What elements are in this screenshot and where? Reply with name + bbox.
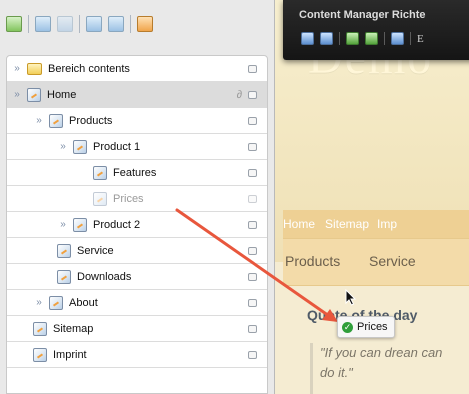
page-icon	[57, 269, 71, 284]
page-icon	[73, 217, 87, 232]
panels-icon[interactable]	[108, 15, 124, 32]
page-icon	[93, 191, 107, 206]
mouse-cursor-icon	[345, 289, 357, 306]
tree-row-prices[interactable]: Prices	[7, 186, 267, 212]
tree-row-features[interactable]: Features	[7, 160, 267, 186]
chevron-right-icon[interactable]: »	[57, 219, 69, 231]
tree-item-label: Downloads	[77, 270, 132, 283]
nav-link-sitemap[interactable]: Sitemap	[325, 217, 369, 231]
toolbar-separator	[79, 14, 80, 33]
page-icon	[57, 243, 71, 258]
toolbar-separator	[410, 32, 411, 45]
page-tree: » Bereich contents » Home ∂ » Products »…	[6, 55, 268, 394]
tree-item-label: Product 2	[93, 218, 141, 231]
toolbar-separator	[28, 14, 29, 33]
checkmark-icon: ✓	[342, 321, 353, 333]
tree-row-service[interactable]: Service	[7, 238, 267, 264]
tree-item-label: Sitemap	[53, 322, 94, 335]
export-icon[interactable]	[137, 15, 153, 32]
tree-row-product-2[interactable]: » Product 2	[7, 212, 267, 238]
item-status-icon[interactable]	[248, 168, 257, 177]
paste-icon[interactable]	[57, 15, 73, 32]
tree-item-label: Service	[77, 244, 114, 257]
toolbar-separator	[384, 32, 385, 45]
nav-link-service[interactable]: Service	[369, 253, 416, 269]
nav-link-imprint[interactable]: Imp	[377, 217, 397, 231]
tree-row-sitemap[interactable]: Sitemap	[7, 316, 267, 342]
page-icon	[49, 295, 63, 310]
tree-item-label: Features	[113, 166, 157, 179]
tree-row-products[interactable]: » Products	[7, 108, 267, 134]
tree-item-label: Products	[69, 114, 113, 127]
tree-item-label: About	[69, 296, 98, 309]
item-status-icon[interactable]	[248, 220, 257, 229]
toolbar-separator	[339, 32, 340, 45]
chevron-down-icon[interactable]: »	[33, 115, 45, 127]
chevron-down-icon[interactable]: »	[57, 141, 69, 153]
redo-icon[interactable]	[365, 32, 378, 45]
tree-item-label: Bereich contents	[48, 62, 130, 75]
tree-item-label: Prices	[113, 192, 144, 205]
tree-row-imprint[interactable]: Imprint	[7, 342, 267, 368]
item-status-icon[interactable]	[248, 272, 257, 281]
copy-icon[interactable]	[35, 15, 51, 32]
window-icon[interactable]	[86, 15, 102, 32]
quote-text: "If you can drean can do it."	[310, 343, 460, 394]
drag-chip: ✓ Prices	[337, 316, 395, 338]
chevron-down-icon[interactable]: »	[11, 63, 23, 75]
tree-row-downloads[interactable]: Downloads	[7, 264, 267, 290]
tree-row-about[interactable]: » About	[7, 290, 267, 316]
toolbar-separator	[130, 14, 131, 33]
page-icon	[27, 87, 41, 102]
folder-icon	[27, 62, 42, 75]
main-nav: Products Service	[283, 238, 469, 286]
format-letter[interactable]: E	[417, 33, 424, 45]
page-icon	[49, 113, 63, 128]
item-status-icon[interactable]	[248, 90, 257, 99]
content-manager-tools: E	[301, 32, 424, 45]
item-status-icon[interactable]	[248, 64, 257, 73]
item-status-icon[interactable]	[248, 324, 257, 333]
tree-item-label: Imprint	[53, 348, 87, 361]
page-icon	[33, 321, 47, 336]
item-status-icon[interactable]	[248, 246, 257, 255]
item-status-icon[interactable]	[248, 194, 257, 203]
new-page-icon[interactable]	[6, 15, 22, 32]
code-icon[interactable]	[320, 32, 333, 45]
page-icon	[73, 139, 87, 154]
tree-item-label: Product 1	[93, 140, 141, 153]
sitemap-panel: » Bereich contents » Home ∂ » Products »…	[0, 0, 275, 394]
item-status-icon[interactable]	[248, 116, 257, 125]
html-icon[interactable]	[391, 32, 404, 45]
tree-row-bereich-contents[interactable]: » Bereich contents	[7, 56, 267, 82]
top-nav: Home Sitemap Imp	[283, 210, 469, 238]
chevron-right-icon[interactable]: »	[33, 297, 45, 309]
link-icon[interactable]: ∂	[237, 89, 242, 101]
item-status-icon[interactable]	[248, 142, 257, 151]
nav-link-home[interactable]: Home	[283, 217, 315, 231]
tree-row-product-1[interactable]: » Product 1	[7, 134, 267, 160]
chevron-down-icon[interactable]: »	[11, 89, 23, 101]
item-status-icon[interactable]	[248, 350, 257, 359]
content-manager-title: Content Manager Richte	[299, 9, 426, 21]
nav-link-products[interactable]: Products	[285, 253, 340, 269]
drag-chip-label: Prices	[357, 321, 388, 333]
page-icon	[33, 347, 47, 362]
tree-item-label: Home	[47, 88, 77, 101]
tree-toolbar	[6, 6, 271, 41]
content-manager-toolbar: Content Manager Richte E	[283, 0, 469, 60]
page-icon	[93, 165, 107, 180]
undo-icon[interactable]	[346, 32, 359, 45]
window-icon[interactable]	[301, 32, 314, 45]
item-status-icon[interactable]	[248, 298, 257, 307]
tree-row-home[interactable]: » Home ∂	[7, 82, 267, 108]
